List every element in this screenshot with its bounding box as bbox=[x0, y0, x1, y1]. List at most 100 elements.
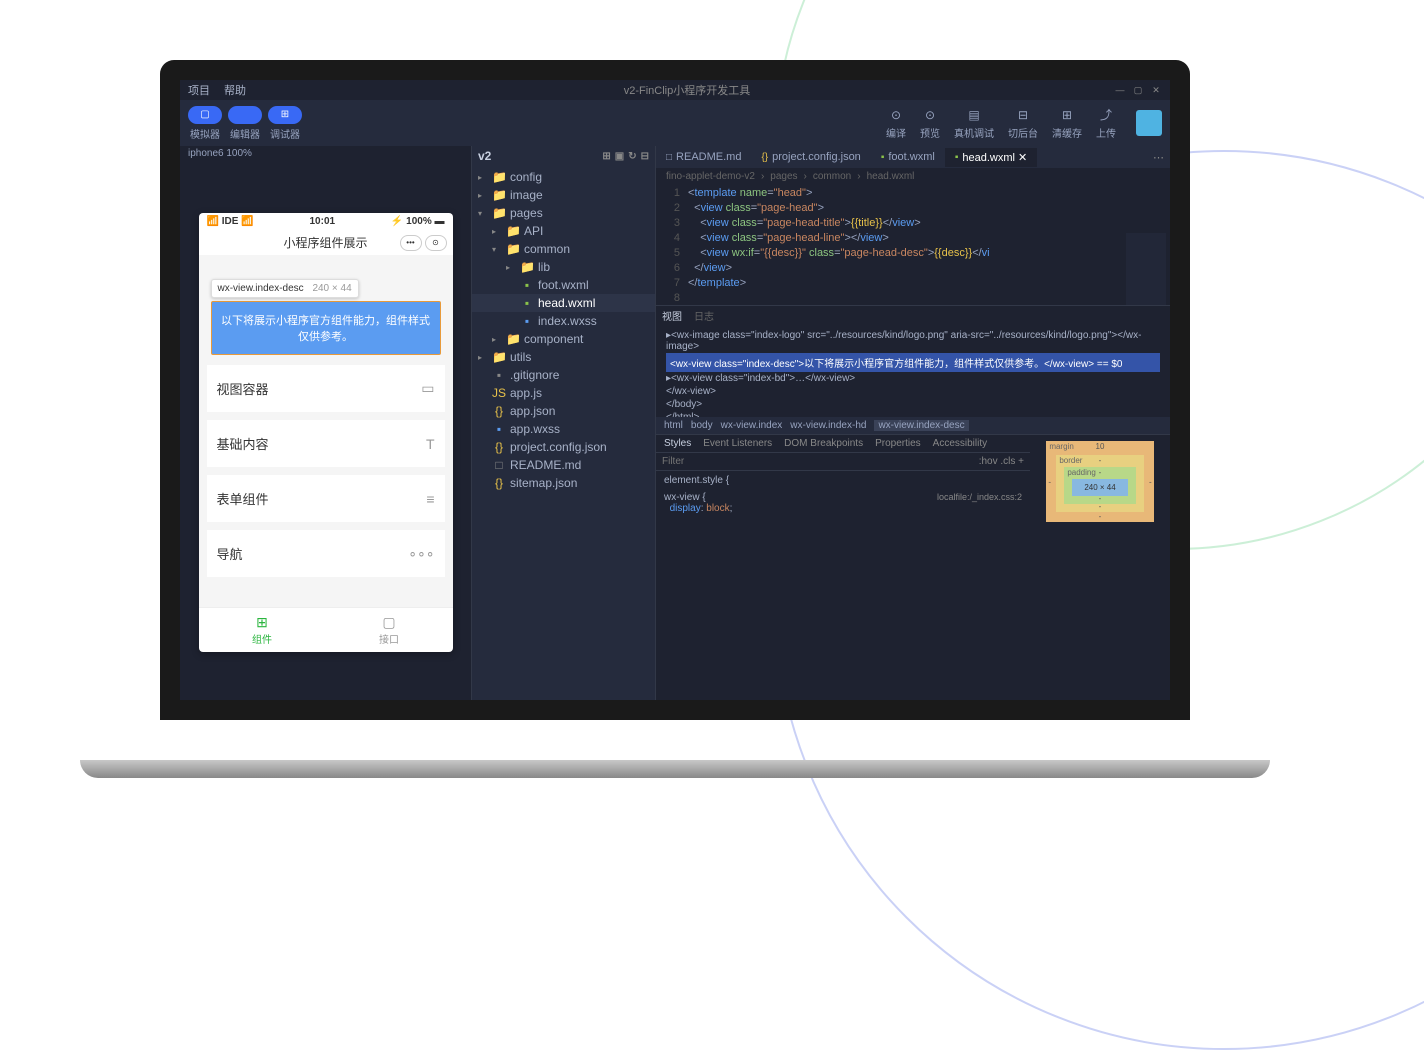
phone-tab-1[interactable]: ▢接口 bbox=[326, 608, 453, 652]
devtools: 视图 日志 ▸<wx-image class="index-logo" src=… bbox=[656, 305, 1170, 700]
toolbar-pill-2[interactable]: ⊞ bbox=[268, 106, 302, 124]
devtools-tab-log[interactable]: 日志 bbox=[694, 308, 714, 323]
phone-tab-0[interactable]: ⊞组件 bbox=[199, 608, 326, 652]
toolbar-action-1[interactable]: ⊙预览 bbox=[920, 107, 940, 140]
tree-item-index.wxss[interactable]: ▪index.wxss bbox=[472, 312, 655, 330]
file-explorer: v2 ⊞ ▣ ↻ ⊟ ▸📁config▸📁image▾📁pages▸📁API▾📁… bbox=[472, 146, 656, 700]
phone-title: 小程序组件展示 bbox=[283, 234, 367, 251]
styles-tab-3[interactable]: Properties bbox=[875, 438, 921, 449]
ide-app: 项目 帮助 v2-FinClip小程序开发工具 ― ▢ ✕ ▢模拟器编辑器⊞调试… bbox=[180, 80, 1170, 700]
toolbar-action-0[interactable]: ⊙编译 bbox=[886, 107, 906, 140]
element-node-2[interactable]: ▸<wx-view class="index-bd">…</wx-view> bbox=[666, 372, 1160, 385]
styles-filter-opts[interactable]: :hov .cls + bbox=[973, 453, 1030, 470]
tree-item-.gitignore[interactable]: ▪.gitignore bbox=[472, 366, 655, 384]
tree-item-sitemap.json[interactable]: {}sitemap.json bbox=[472, 474, 655, 492]
user-avatar[interactable] bbox=[1136, 110, 1162, 136]
close-icon[interactable]: ✕ bbox=[1150, 85, 1162, 95]
crumb-0[interactable]: fino-applet-demo-v2 bbox=[666, 171, 755, 182]
list-item-2[interactable]: 表单组件≡ bbox=[207, 475, 445, 522]
tree-item-common[interactable]: ▾📁common bbox=[472, 240, 655, 258]
tree-item-README.md[interactable]: □README.md bbox=[472, 456, 655, 474]
box-padding-label: padding bbox=[1067, 468, 1095, 477]
styles-tab-4[interactable]: Accessibility bbox=[933, 438, 987, 449]
editor-tab-3[interactable]: ▪head.wxml ✕ bbox=[945, 148, 1037, 167]
crumb-1[interactable]: pages bbox=[770, 171, 797, 182]
maximize-icon[interactable]: ▢ bbox=[1132, 85, 1144, 95]
phone-close-button[interactable]: ⊙ bbox=[425, 235, 447, 251]
toolbar-pill-label-0: 模拟器 bbox=[190, 126, 220, 141]
devtools-top-tabs: 视图 日志 bbox=[656, 306, 1170, 325]
styles-tab-0[interactable]: Styles bbox=[664, 438, 691, 449]
tree-item-config[interactable]: ▸📁config bbox=[472, 168, 655, 186]
menu-project[interactable]: 项目 bbox=[188, 82, 210, 98]
element-node-0[interactable]: ▸<wx-image class="index-logo" src="../re… bbox=[666, 329, 1160, 353]
new-folder-icon[interactable]: ▣ bbox=[615, 151, 624, 162]
laptop-frame: 项目 帮助 v2-FinClip小程序开发工具 ― ▢ ✕ ▢模拟器编辑器⊞调试… bbox=[160, 60, 1230, 760]
dt-crumb-3[interactable]: wx-view.index-hd bbox=[790, 420, 866, 431]
list-item-1[interactable]: 基础内容T bbox=[207, 420, 445, 467]
status-signal: 📶 IDE 📶 bbox=[207, 216, 254, 227]
minimap[interactable] bbox=[1126, 233, 1166, 305]
css-rule-2[interactable]: localfile:/_index.css:2wx-view { display… bbox=[664, 492, 1022, 514]
styles-tab-2[interactable]: DOM Breakpoints bbox=[784, 438, 863, 449]
styles-filter-input[interactable] bbox=[656, 453, 973, 470]
menu-help[interactable]: 帮助 bbox=[224, 82, 246, 98]
tree-item-app.json[interactable]: {}app.json bbox=[472, 402, 655, 420]
devtools-tab-view[interactable]: 视图 bbox=[662, 308, 682, 323]
minimize-icon[interactable]: ― bbox=[1114, 85, 1126, 95]
toolbar-action-3[interactable]: ⊟切后台 bbox=[1008, 107, 1038, 140]
list-item-3[interactable]: 导航∘∘∘ bbox=[207, 530, 445, 577]
toolbar-action-5[interactable]: ⤴上传 bbox=[1096, 107, 1116, 140]
toolbar-pill-0[interactable]: ▢ bbox=[188, 106, 222, 124]
element-node-3[interactable]: </wx-view> bbox=[666, 385, 1160, 398]
element-node-1[interactable]: <wx-view class="index-desc">以下将展示小程序官方组件… bbox=[666, 353, 1160, 372]
crumb-3[interactable]: head.wxml bbox=[867, 171, 915, 182]
tree-item-foot.wxml[interactable]: ▪foot.wxml bbox=[472, 276, 655, 294]
toolbar-pill-label-2: 调试器 bbox=[270, 126, 300, 141]
dt-crumb-4[interactable]: wx-view.index-desc bbox=[874, 420, 968, 431]
tree-item-project.config.json[interactable]: {}project.config.json bbox=[472, 438, 655, 456]
crumb-2[interactable]: common bbox=[813, 171, 851, 182]
breadcrumb: fino-applet-demo-v2›pages›common›head.wx… bbox=[656, 168, 1170, 185]
tree-item-component[interactable]: ▸📁component bbox=[472, 330, 655, 348]
tree-item-utils[interactable]: ▸📁utils bbox=[472, 348, 655, 366]
editor-tab-1[interactable]: {}project.config.json bbox=[751, 148, 870, 166]
explorer-header: v2 ⊞ ▣ ↻ ⊟ bbox=[472, 146, 655, 166]
simulator-device-label: iphone6 100% bbox=[180, 146, 471, 165]
code-lines[interactable]: <template name="head"> <view class="page… bbox=[688, 187, 1170, 303]
tree-item-API[interactable]: ▸📁API bbox=[472, 222, 655, 240]
element-node-4[interactable]: </body> bbox=[666, 398, 1160, 411]
tree-item-lib[interactable]: ▸📁lib bbox=[472, 258, 655, 276]
editor-tab-0[interactable]: □README.md bbox=[656, 148, 751, 166]
tree-item-app.wxss[interactable]: ▪app.wxss bbox=[472, 420, 655, 438]
tree-item-head.wxml[interactable]: ▪head.wxml bbox=[472, 294, 655, 312]
css-rule-0[interactable]: element.style { bbox=[664, 475, 1022, 486]
tree-item-pages[interactable]: ▾📁pages bbox=[472, 204, 655, 222]
toolbar-action-2[interactable]: ▤真机调试 bbox=[954, 107, 994, 140]
dt-crumb-2[interactable]: wx-view.index bbox=[721, 420, 783, 431]
phone-desc-highlighted[interactable]: 以下将展示小程序官方组件能力，组件样式仅供参考。 bbox=[211, 301, 441, 355]
dt-crumb-0[interactable]: html bbox=[664, 420, 683, 431]
elements-tree[interactable]: ▸<wx-image class="index-logo" src="../re… bbox=[656, 325, 1170, 417]
box-margin-top: 10 bbox=[1096, 442, 1105, 451]
code-editor[interactable]: 12345678 <template name="head"> <view cl… bbox=[656, 185, 1170, 305]
phone-body: wx-view.index-desc 240 × 44 以下将展示小程序官方组件… bbox=[199, 255, 453, 607]
laptop-base bbox=[80, 760, 1270, 778]
editor-tab-2[interactable]: ▪foot.wxml bbox=[871, 148, 945, 166]
phone-more-button[interactable]: ••• bbox=[400, 235, 422, 251]
box-model: margin 10 - - - border - padding - 240 ×… bbox=[1030, 435, 1170, 700]
new-file-icon[interactable]: ⊞ bbox=[602, 151, 610, 162]
toolbar-pill-1[interactable] bbox=[228, 106, 262, 124]
collapse-icon[interactable]: ⊟ bbox=[641, 151, 649, 162]
status-battery: ⚡ 100% ▬ bbox=[391, 216, 445, 227]
list-item-0[interactable]: 视图容器▭ bbox=[207, 365, 445, 412]
editor-tabs: □README.md{}project.config.json▪foot.wxm… bbox=[656, 146, 1170, 168]
styles-tab-1[interactable]: Event Listeners bbox=[703, 438, 772, 449]
tree-item-image[interactable]: ▸📁image bbox=[472, 186, 655, 204]
dt-crumb-1[interactable]: body bbox=[691, 420, 713, 431]
toolbar-action-4[interactable]: ⊞清缓存 bbox=[1052, 107, 1082, 140]
box-margin-label: margin bbox=[1049, 442, 1073, 451]
tabs-overflow-icon[interactable]: ⋯ bbox=[1147, 151, 1170, 164]
tree-item-app.js[interactable]: JSapp.js bbox=[472, 384, 655, 402]
refresh-icon[interactable]: ↻ bbox=[628, 151, 636, 162]
